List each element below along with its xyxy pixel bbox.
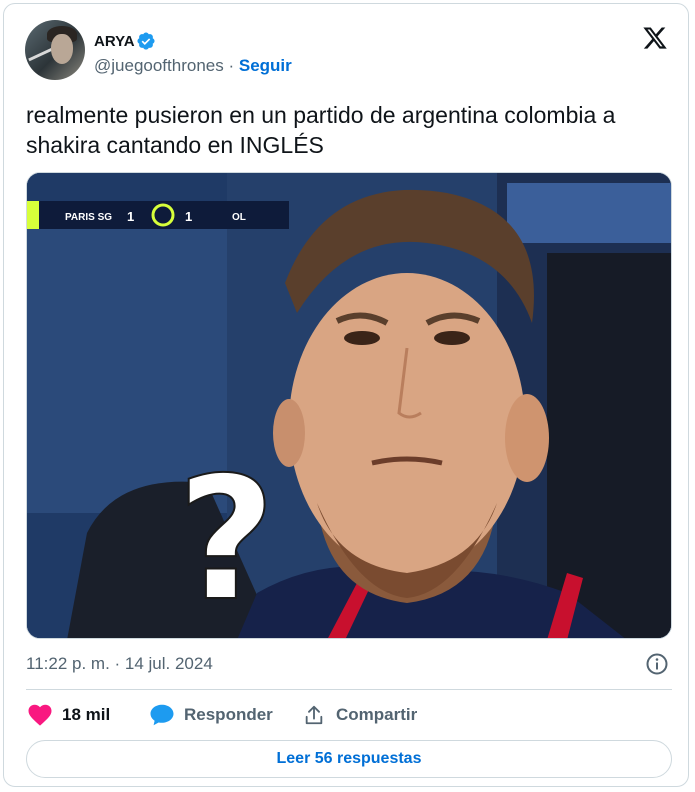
like-button[interactable]: 18 mil xyxy=(28,702,110,728)
info-icon[interactable] xyxy=(645,652,669,676)
tweet-card: ARYA @juegoofthrones · Seguir realmente … xyxy=(3,3,689,787)
reply-button[interactable]: Responder xyxy=(150,702,273,728)
reply-label: Responder xyxy=(184,705,273,724)
away-team-label: OL xyxy=(232,212,246,223)
author-avatar[interactable] xyxy=(25,20,85,80)
away-score: 1 xyxy=(185,209,192,224)
divider xyxy=(26,689,672,690)
heart-icon xyxy=(28,704,52,726)
x-logo-icon[interactable] xyxy=(641,25,669,51)
home-team-label: PARIS SG xyxy=(65,212,112,223)
tweet-timestamp[interactable]: 11:22 p. m. · 14 jul. 2024 xyxy=(26,654,213,674)
separator-dot: · xyxy=(228,56,235,75)
reply-bubble-icon xyxy=(150,704,174,726)
share-label: Compartir xyxy=(336,705,418,724)
author-handle[interactable]: @juegoofthrones xyxy=(94,56,224,75)
tweet-image[interactable]: PARIS SG 1 1 OL ? xyxy=(26,172,672,639)
question-mark-overlay: ? xyxy=(177,441,276,639)
share-button[interactable]: Compartir xyxy=(302,702,417,728)
face xyxy=(289,273,525,573)
follow-button[interactable]: Seguir xyxy=(239,56,292,75)
read-replies-button[interactable]: Leer 56 respuestas xyxy=(26,740,672,778)
author-name[interactable]: ARYA xyxy=(94,33,135,50)
like-count: 18 mil xyxy=(62,705,111,724)
share-icon xyxy=(305,705,323,725)
author-handle-row: @juegoofthrones · Seguir xyxy=(94,56,292,76)
home-score: 1 xyxy=(127,209,134,224)
tweet-text: realmente pusieron en un partido de arge… xyxy=(26,102,616,158)
verified-badge-icon xyxy=(137,32,155,50)
